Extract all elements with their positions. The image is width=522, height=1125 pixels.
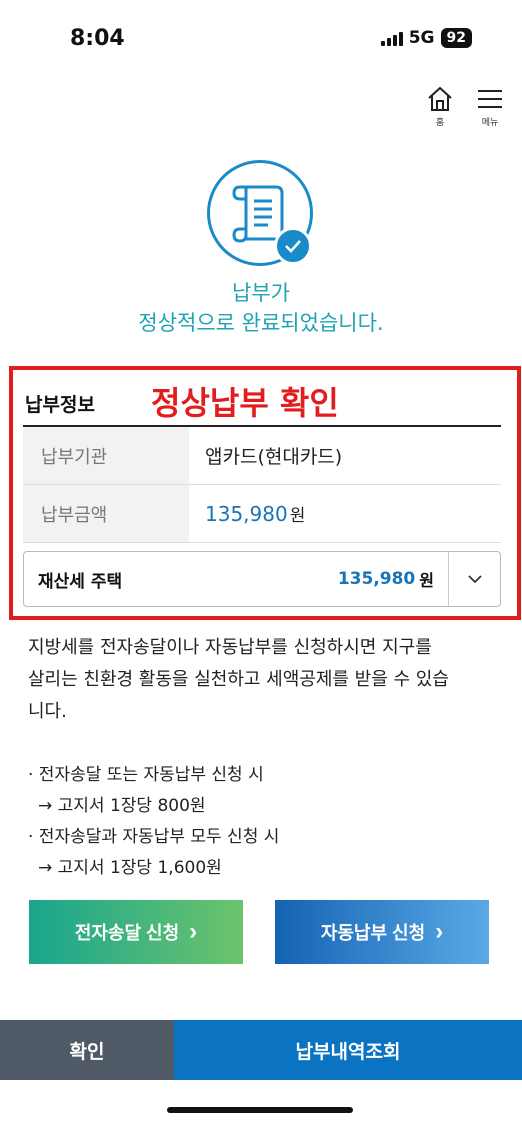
chevron-right-icon: ›	[435, 918, 444, 945]
payment-amount-row: 납부금액 135,980 원	[23, 485, 501, 543]
bottom-action-bar: 확인 납부내역조회	[0, 1020, 522, 1080]
payment-org-value: 앱카드(현대카드)	[205, 446, 343, 468]
network-type: 5G	[408, 28, 435, 48]
chevron-right-icon: ›	[189, 918, 198, 945]
home-indicator[interactable]	[167, 1107, 353, 1113]
benefit-item-1: · 전자송달 또는 자동납부 신청 시	[28, 765, 264, 785]
signal-icon	[380, 30, 403, 46]
tax-item-name: 재산세 주택	[38, 571, 123, 592]
payment-info-title: 납부정보	[25, 394, 95, 416]
completion-line-2: 정상적으로 완료되었습니다.	[138, 311, 384, 335]
home-button[interactable]: 홈	[424, 86, 456, 128]
expand-button[interactable]	[448, 552, 500, 606]
home-icon	[428, 86, 452, 111]
benefit-item-1-detail: → 고지서 1장당 800원	[38, 796, 206, 816]
completion-line-1: 납부가	[232, 281, 290, 305]
payment-info-section: 납부정보 정상납부 확인 납부기관 앱카드(현대카드) 납부금액 135,980…	[9, 366, 521, 620]
payment-amount-label: 납부금액	[23, 485, 189, 542]
payment-history-button[interactable]: 납부내역조회	[174, 1020, 522, 1080]
benefit-item-2: · 전자송달과 자동납부 모두 신청 시	[28, 827, 280, 847]
eco-description: 지방세를 전자송달이나 자동납부를 신청하시면 지구를 살리는 친환경 활동을 …	[28, 632, 498, 728]
completion-message: 납부가 정상적으로 완료되었습니다.	[0, 278, 522, 338]
confirm-button[interactable]: 확인	[0, 1020, 174, 1080]
tax-item-unit: 원	[419, 571, 434, 590]
menu-button[interactable]: 메뉴	[474, 86, 506, 128]
tax-item-amount: 135,980	[337, 569, 416, 589]
auto-pay-apply-button[interactable]: 자동납부 신청 ›	[275, 900, 489, 964]
auto-pay-apply-label: 자동납부 신청	[320, 923, 426, 943]
payment-info-header: 납부정보 정상납부 확인	[23, 376, 501, 427]
description-line-1: 지방세를 전자송달이나 자동납부를 신청하시면 지구를	[28, 637, 432, 658]
battery-icon: 92	[440, 28, 472, 48]
payment-amount-number: 135,980	[205, 501, 288, 526]
chevron-down-icon	[467, 574, 482, 583]
home-label: 홈	[435, 118, 445, 128]
payment-amount-value: 135,980 원	[189, 485, 501, 542]
e-delivery-apply-label: 전자송달 신청	[74, 923, 180, 943]
top-nav: 홈 메뉴	[424, 86, 506, 128]
description-line-3: 니다.	[28, 701, 67, 722]
tax-item-accordion[interactable]: 재산세 주택 135,980 원	[23, 551, 501, 607]
benefit-list: · 전자송달 또는 자동납부 신청 시 → 고지서 1장당 800원 · 전자송…	[28, 760, 498, 884]
hamburger-menu-icon	[478, 90, 502, 108]
benefit-item-2-detail: → 고지서 1장당 1,600원	[38, 858, 222, 878]
menu-label: 메뉴	[481, 118, 499, 128]
payment-org-row: 납부기관 앱카드(현대카드)	[23, 427, 501, 485]
description-line-2: 살리는 친환경 활동을 실천하고 세액공제를 받을 수 있습	[28, 669, 449, 690]
payment-org-label: 납부기관	[23, 427, 189, 484]
status-bar: 8:04 5G 92	[0, 0, 522, 78]
payment-amount-unit: 원	[289, 506, 306, 526]
status-time: 8:04	[70, 26, 125, 51]
payment-confirmed-annotation: 정상납부 확인	[151, 384, 339, 422]
check-icon	[274, 227, 312, 265]
e-delivery-apply-button[interactable]: 전자송달 신청 ›	[29, 900, 243, 964]
status-indicators: 5G 92	[380, 28, 472, 48]
